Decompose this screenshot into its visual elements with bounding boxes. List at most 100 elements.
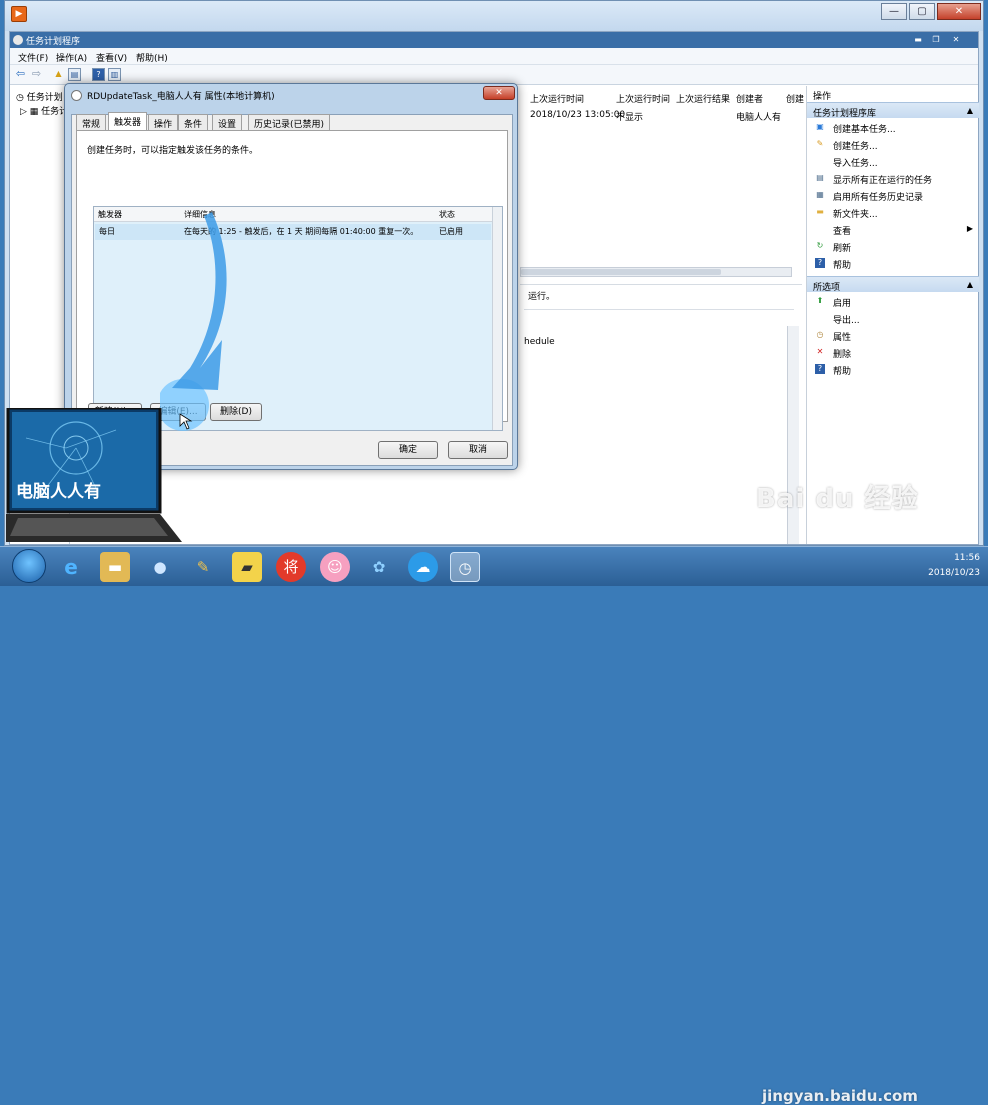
cancel-button[interactable]: 取消 (448, 441, 508, 459)
sticky-notes-icon[interactable]: ▰ (232, 552, 262, 582)
triggers-list-header: 触发器 详细信息 状态 (94, 207, 502, 222)
menu-help[interactable]: 帮助(H) (136, 51, 168, 64)
explorer-icon[interactable]: ▬ (100, 552, 130, 582)
qq-icon[interactable]: ☺ (320, 552, 350, 582)
vertical-scrollbar[interactable] (492, 207, 502, 430)
column-header[interactable]: 创建者 (736, 92, 763, 105)
logo-text: 电脑人人有 (16, 482, 101, 502)
show-hide-tree-icon[interactable]: ▤ (68, 68, 81, 81)
action-refresh[interactable]: ↻ 刷新 (807, 238, 979, 255)
horizontal-scrollbar[interactable] (520, 267, 792, 277)
column-header[interactable]: 触发器 (98, 209, 122, 220)
paint-icon[interactable]: ✎ (188, 552, 218, 582)
action-enable[interactable]: ⬆ 启用 (807, 293, 979, 310)
tree-item-library[interactable]: ▷ ▦ 任务计 (20, 104, 68, 117)
system-clock[interactable]: 11:56 2018/10/23 (900, 551, 980, 581)
column-header[interactable]: 创建 (786, 92, 804, 105)
app-icon: ▶ (11, 6, 27, 22)
toolbar: ⇦ ⇨ ▲ ▤ ? ▥ (10, 65, 978, 85)
collapse-icon[interactable]: ▲ (967, 106, 973, 115)
tree-item-root[interactable]: ◷ 任务计划 (16, 90, 63, 103)
action-import-task[interactable]: 导入任务... (807, 153, 979, 170)
section-title: 所选项 (813, 283, 841, 293)
enable-icon: ⬆ (816, 296, 824, 305)
network-icon[interactable]: ✿ (364, 552, 394, 582)
detail-text: hedule (524, 337, 555, 347)
next-run-time: 不显示 (616, 113, 644, 123)
tab-triggers[interactable]: 触发器 (108, 112, 148, 131)
watermark-url: jingyan.baidu.com (762, 1087, 918, 1105)
window-titlebar: ▶ — ▢ ✕ (5, 1, 983, 31)
tab-actions[interactable]: 操作 (148, 114, 179, 130)
menu-bar: 文件(F) 操作(A) 查看(V) 帮助(H) (10, 48, 978, 65)
detail-text: 运行。 (528, 292, 556, 302)
action-label: 帮助 (833, 367, 852, 377)
triggers-tip: 创建任务时，可以指定触发该任务的条件。 (87, 146, 259, 156)
ie-icon[interactable]: e (56, 552, 86, 582)
forward-icon[interactable]: ⇨ (30, 68, 43, 81)
refresh-icon: ↻ (816, 241, 824, 250)
tab-general[interactable]: 常规 (76, 114, 107, 130)
watermark: Bai du 经验 (756, 484, 919, 514)
tab-settings[interactable]: 设置 (212, 114, 243, 130)
cloud-icon[interactable]: ☁ (408, 552, 438, 582)
clock-icon (13, 35, 23, 45)
action-export[interactable]: 导出... (807, 310, 979, 327)
tab-history[interactable]: 历史记录(已禁用) (248, 114, 331, 130)
action-create-basic-task[interactable]: ▣ 创建基本任务... (807, 119, 979, 136)
triggers-tab-pane: 创建任务时，可以指定触发该任务的条件。 触发器 详细信息 状态 每日 在每天的 … (76, 130, 508, 431)
column-header[interactable]: 上次运行结果 (676, 92, 730, 105)
back-icon[interactable]: ⇦ (14, 68, 27, 81)
properties-icon: ◷ (816, 330, 824, 339)
action-show-running[interactable]: ▤ 显示所有正在运行的任务 (807, 170, 979, 187)
action-view[interactable]: 查看 ▶ (807, 221, 979, 238)
minimize-button[interactable]: — (881, 3, 907, 20)
dialog-icon (71, 90, 82, 101)
show-hide-action-icon[interactable]: ▥ (108, 68, 121, 81)
last-run-time: 2018/10/23 13:05:00 (530, 110, 626, 120)
start-button[interactable] (12, 549, 46, 583)
actions-section-selected[interactable]: 所选项 ▲ (807, 276, 979, 293)
task-scheduler-taskbar-icon[interactable]: ◷ (450, 552, 480, 582)
up-folder-icon[interactable]: ▲ (52, 68, 65, 81)
mmc-close-button[interactable]: ✕ (950, 34, 962, 45)
maximize-button[interactable]: ▢ (909, 3, 935, 20)
action-label: 刷新 (833, 244, 852, 254)
actions-section-library[interactable]: 任务计划程序库 ▲ (807, 102, 979, 119)
collapse-icon[interactable]: ▲ (967, 280, 973, 289)
create-task-icon: ✎ (816, 139, 824, 148)
table-row[interactable]: 2018/10/23 13:05:00 不显示 电脑人人有 (522, 110, 802, 124)
action-create-task[interactable]: ✎ 创建任务... (807, 136, 979, 153)
action-label: 创建任务... (833, 142, 878, 152)
menu-action[interactable]: 操作(A) (56, 51, 87, 64)
scroll-thumb[interactable] (521, 269, 721, 275)
media-player-icon[interactable]: ● (145, 552, 175, 582)
action-help-selected[interactable]: ? 帮助 (807, 361, 979, 378)
mmc-restore-button[interactable]: ❐ (930, 34, 942, 45)
mmc-minimize-button[interactable]: ▬ (912, 34, 924, 45)
help-icon[interactable]: ? (92, 68, 105, 81)
clock-time: 11:56 (954, 553, 980, 563)
table-row[interactable]: 每日 在每天的 1:25 - 触发后，在 1 天 期间每隔 01:40:00 重… (95, 224, 491, 240)
tree-item-label: 任务计划 (26, 93, 63, 103)
ok-button[interactable]: 确定 (378, 441, 438, 459)
action-new-folder[interactable]: ▬ 新文件夹... (807, 204, 979, 221)
tab-conditions[interactable]: 条件 (178, 114, 209, 130)
dialog-close-button[interactable]: ✕ (483, 86, 515, 100)
help-icon: ? (815, 364, 825, 374)
close-button[interactable]: ✕ (937, 3, 981, 20)
action-properties[interactable]: ◷ 属性 (807, 327, 979, 344)
action-label: 导入任务... (833, 159, 878, 169)
action-enable-history[interactable]: ▦ 启用所有任务历史记录 (807, 187, 979, 204)
menu-file[interactable]: 文件(F) (18, 51, 48, 64)
folder-icon: ▬ (816, 207, 824, 216)
column-header[interactable]: 状态 (439, 209, 455, 220)
column-header[interactable]: 上次运行时间 (616, 92, 670, 105)
column-header[interactable]: 上次运行时间 (530, 92, 584, 105)
trigger-type: 每日 (99, 227, 115, 236)
game-icon[interactable]: 将 (276, 552, 306, 582)
action-help[interactable]: ? 帮助 (807, 255, 979, 272)
menu-view[interactable]: 查看(V) (96, 51, 127, 64)
action-delete[interactable]: ✕ 删除 (807, 344, 979, 361)
actions-header: 操作 (813, 92, 832, 102)
